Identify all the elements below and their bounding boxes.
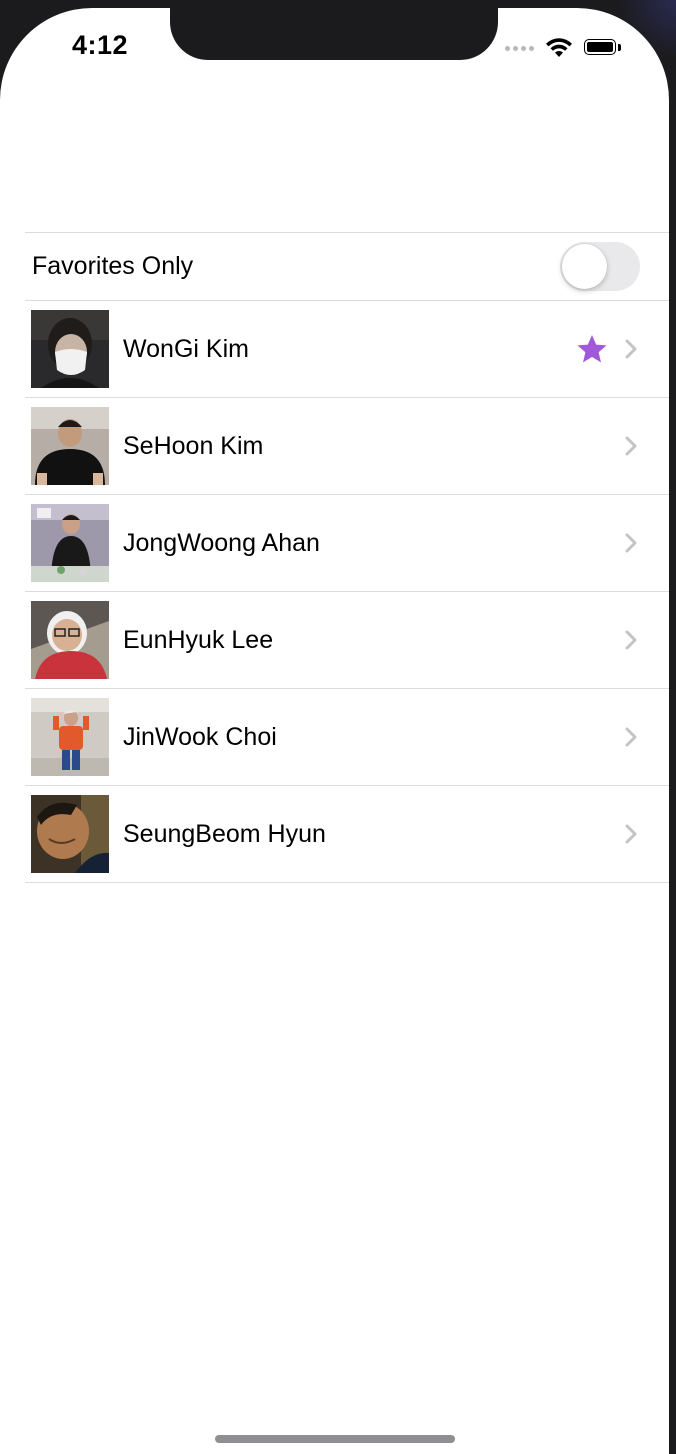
chevron-right-icon (625, 630, 637, 650)
home-indicator[interactable] (215, 1435, 455, 1443)
friend-row[interactable]: JinWook Choi (25, 689, 669, 786)
friend-row[interactable]: SeHoon Kim (25, 398, 669, 495)
friend-row[interactable]: JongWoong Ahan (25, 495, 669, 592)
friend-name: JinWook Choi (123, 722, 277, 751)
status-time: 4:12 (72, 30, 129, 60)
friend-name: SeHoon Kim (123, 431, 264, 460)
phone-screen: 4:12 Favorites Only WonGi Kim SeHoon Kim… (0, 8, 669, 1454)
toggle-knob (562, 244, 607, 289)
chevron-right-icon (625, 436, 637, 456)
friend-row[interactable]: EunHyuk Lee (25, 592, 669, 689)
friend-name: JongWoong Ahan (123, 528, 320, 557)
chevron-right-icon (625, 533, 637, 553)
wifi-icon (546, 38, 572, 57)
friend-row[interactable]: SeungBeom Hyun (25, 786, 669, 883)
avatar (31, 795, 109, 873)
chevron-right-icon (625, 339, 637, 359)
favorite-star-icon (577, 335, 607, 363)
friends-list: Favorites Only WonGi Kim SeHoon Kim Jong… (25, 232, 669, 883)
friend-name: SeungBeom Hyun (123, 819, 326, 848)
friend-name: EunHyuk Lee (123, 625, 274, 654)
favorites-only-label: Favorites Only (32, 252, 194, 280)
battery-icon (584, 39, 622, 57)
status-icons (505, 34, 622, 62)
friend-row[interactable]: WonGi Kim (25, 301, 669, 398)
avatar (31, 601, 109, 679)
avatar (31, 504, 109, 582)
avatar (31, 698, 109, 776)
avatar (31, 310, 109, 388)
favorites-only-row: Favorites Only (25, 233, 669, 301)
avatar (31, 407, 109, 485)
cellular-signal-icon (505, 45, 534, 51)
chevron-right-icon (625, 824, 637, 844)
chevron-right-icon (625, 727, 637, 747)
favorites-only-toggle[interactable] (560, 242, 640, 291)
device-notch (170, 8, 498, 60)
friend-name: WonGi Kim (123, 334, 249, 363)
